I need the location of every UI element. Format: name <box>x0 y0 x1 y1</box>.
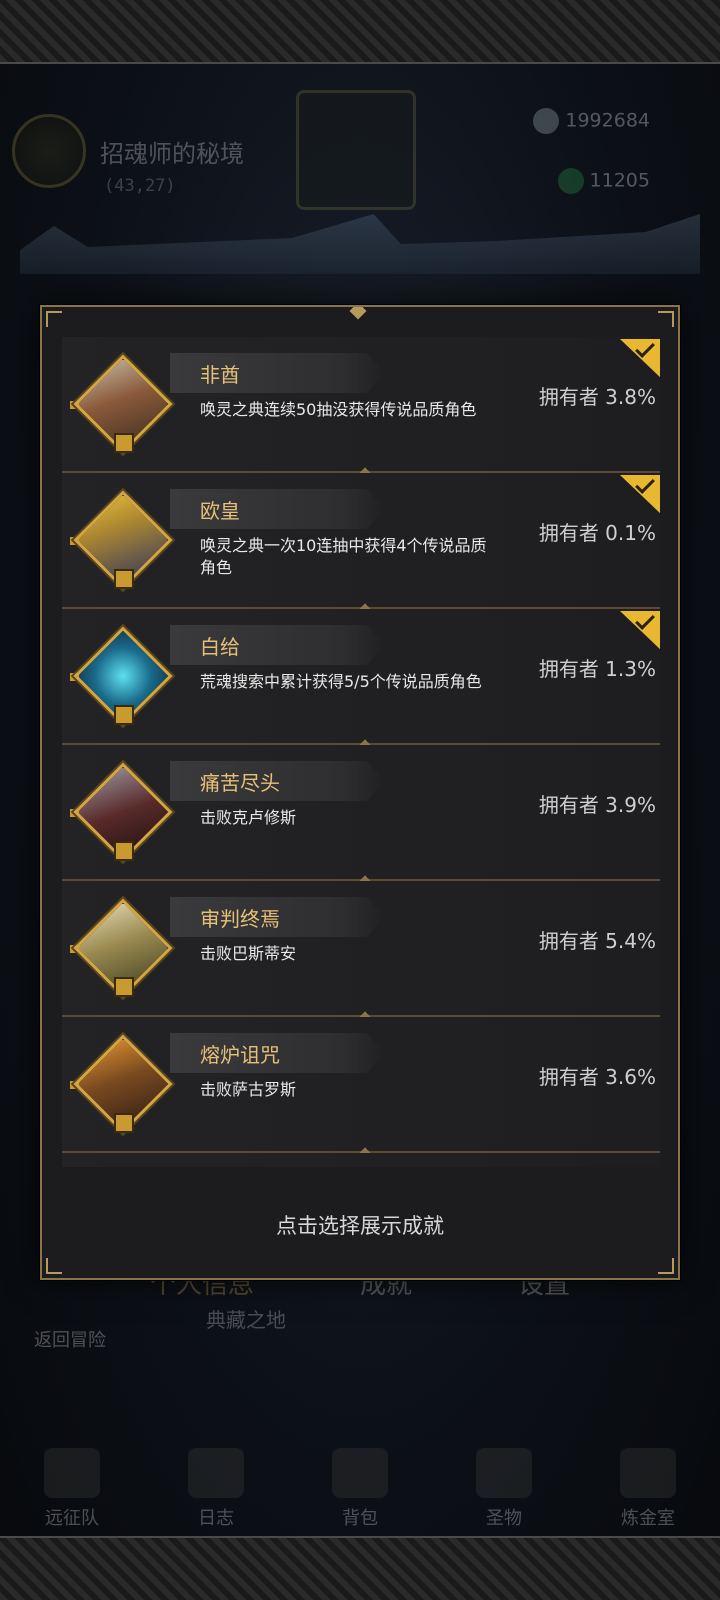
badge-pin-icon <box>114 1113 134 1133</box>
achievement-title: 白给 <box>200 635 240 659</box>
badge-pin-icon <box>114 569 134 589</box>
resource-1-value: 1992684 <box>565 109 650 132</box>
owners-percent: 拥有者 3.9% <box>538 793 656 817</box>
resource-2: 11205 <box>557 168 650 194</box>
ice-crystal-decoration <box>20 214 700 274</box>
forge-beast-icon <box>70 1034 173 1134</box>
location-title: 招魂师的秘境 <box>100 140 244 168</box>
white-bishop-icon <box>70 898 173 998</box>
green-gem-icon <box>557 168 584 194</box>
achievement-row[interactable]: 审判终焉 击败巴斯蒂安 拥有者 5.4% <box>62 881 660 1017</box>
achievement-description: 击败克卢修斯 <box>200 808 297 827</box>
achievement-title: 欧皇 <box>200 499 240 523</box>
nav-label: 日志 <box>198 1508 234 1529</box>
background-sub-label: 典藏之地 <box>206 1308 286 1332</box>
corner-ornament <box>658 1258 674 1274</box>
achievement-row[interactable]: 白给 荒魂搜索中累计获得5/5个传说品质角色 拥有者 1.3% <box>62 609 660 745</box>
alchemy-icon <box>620 1448 676 1498</box>
nav-label: 圣物 <box>486 1508 522 1529</box>
achievement-select-panel: 非酋 唤灵之典连续50抽没获得传说品质角色 拥有者 3.8% 欧皇 唤灵之典一次… <box>40 305 680 1280</box>
back-to-adventure: 返回冒险 <box>34 1330 106 1351</box>
corner-ornament <box>46 1258 62 1274</box>
resource-1: 1992684 <box>533 108 650 134</box>
checkmark-icon <box>635 339 655 358</box>
resource-2-value: 11205 <box>589 169 650 192</box>
achievement-description: 唤灵之典连续50抽没获得传说品质角色 <box>200 400 477 419</box>
selected-check-icon[interactable] <box>620 475 660 515</box>
nav-label: 炼金室 <box>621 1508 675 1529</box>
relic-icon <box>476 1448 532 1498</box>
crowned-king-icon <box>70 490 173 590</box>
bag-icon <box>332 1448 388 1498</box>
badge-pin-icon <box>114 433 134 453</box>
owners-percent: 拥有者 3.6% <box>538 1065 656 1089</box>
achievement-row[interactable]: 非酋 唤灵之典连续50抽没获得传说品质角色 拥有者 3.8% <box>62 337 660 473</box>
top-gem-ornament <box>349 307 367 320</box>
owners-percent: 拥有者 0.1% <box>538 521 656 545</box>
achievement-description: 击败巴斯蒂安 <box>200 944 297 963</box>
badge-pin-icon <box>114 977 134 997</box>
stone-icon <box>533 108 560 134</box>
owners-percent: 拥有者 3.8% <box>538 385 656 409</box>
nav-expedition: 远征队 <box>44 1448 100 1530</box>
bottom-nav: 远征队 日志 背包 圣物 炼金室 <box>0 1426 720 1536</box>
nav-bag: 背包 <box>332 1448 388 1530</box>
achievement-description: 唤灵之典一次10连抽中获得4个传说品质角色 <box>200 536 487 577</box>
player-avatar <box>12 114 86 188</box>
nav-label: 背包 <box>342 1508 378 1529</box>
achievement-list[interactable]: 非酋 唤灵之典连续50抽没获得传说品质角色 拥有者 3.8% 欧皇 唤灵之典一次… <box>62 337 660 1167</box>
nav-relic: 圣物 <box>476 1448 532 1530</box>
screen: 招魂师的秘境 (43,27) 1992684 11205 个人信息 成就 设置 … <box>0 0 720 1600</box>
achievement-title: 痛苦尽头 <box>200 771 280 795</box>
select-hint: 点击选择展示成就 <box>276 1214 444 1238</box>
achievement-row[interactable]: 熔炉诅咒 击败萨古罗斯 拥有者 3.6% <box>62 1017 660 1153</box>
badge-pin-icon <box>114 841 134 861</box>
corner-ornament <box>46 311 62 327</box>
selected-check-icon[interactable] <box>620 611 660 651</box>
owners-percent: 拥有者 5.4% <box>538 929 656 953</box>
badge-pin-icon <box>114 705 134 725</box>
nav-log: 日志 <box>188 1448 244 1530</box>
blue-flame-icon <box>70 626 173 726</box>
book-icon <box>188 1448 244 1498</box>
selected-check-icon[interactable] <box>620 339 660 379</box>
achievement-description: 击败萨古罗斯 <box>200 1080 297 1099</box>
bottom-ornament-bar <box>0 1536 720 1600</box>
achievement-row-partial[interactable] <box>62 1153 660 1167</box>
armored-knight-icon <box>70 762 173 862</box>
achievement-description: 荒魂搜索中累计获得5/5个传说品质角色 <box>200 672 482 691</box>
checkmark-icon <box>635 611 655 630</box>
feathered-warrior-icon <box>70 354 173 454</box>
achievement-row[interactable]: 欧皇 唤灵之典一次10连抽中获得4个传说品质角色 拥有者 0.1% <box>62 473 660 609</box>
achievement-title: 非酋 <box>200 363 240 387</box>
helmet-icon <box>44 1448 100 1498</box>
nav-label: 远征队 <box>45 1508 99 1529</box>
corner-ornament <box>658 311 674 327</box>
achievement-title: 熔炉诅咒 <box>200 1043 280 1067</box>
location-coord: (43,27) <box>104 176 176 196</box>
checkmark-icon <box>635 475 655 494</box>
achievement-title: 审判终焉 <box>200 907 280 931</box>
owners-percent: 拥有者 1.3% <box>538 657 656 681</box>
achievement-row[interactable]: 痛苦尽头 击败克卢修斯 拥有者 3.9% <box>62 745 660 881</box>
nav-alchemy: 炼金室 <box>620 1448 676 1530</box>
top-ornament-bar <box>0 0 720 64</box>
portrait-frame <box>296 90 416 210</box>
